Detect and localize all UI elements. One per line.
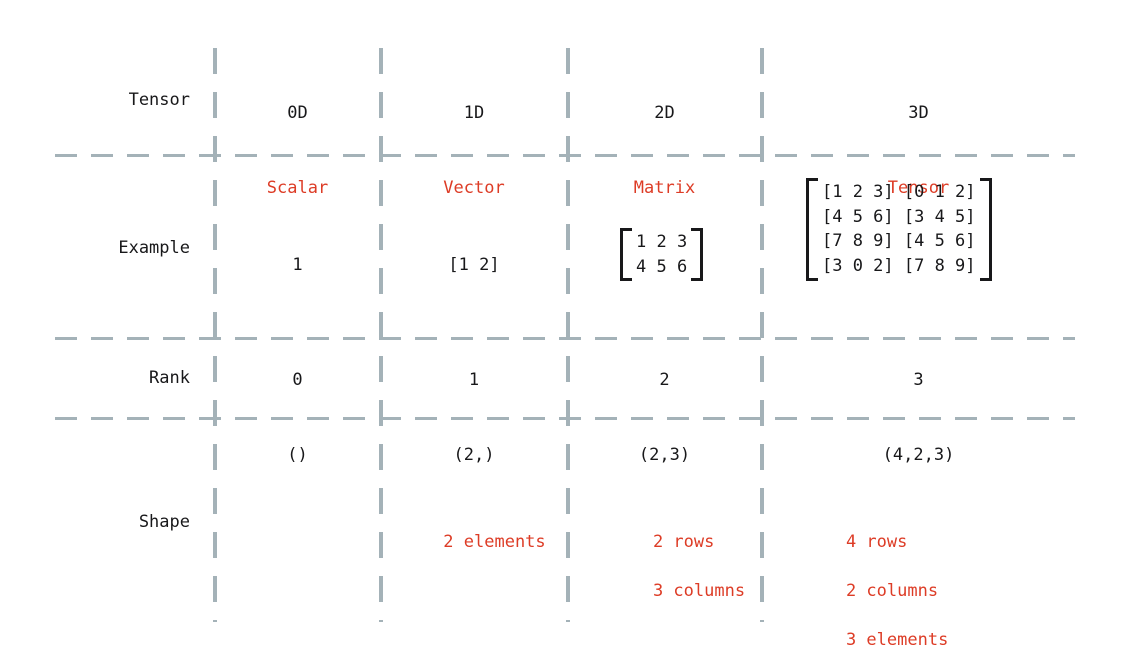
column-header-2d: 2D Matrix [568,67,761,235]
shape-value-3d: (4,2,3) [882,445,955,465]
matrix-row: [3 0 2] [7 8 9] [822,255,976,276]
row-label-example: Example [118,238,190,258]
column-dim-label: 0D [287,103,308,123]
shape-value-1d: (2,) [453,445,495,465]
column-name-label: Matrix [633,178,696,198]
column-name-label: Vector [443,178,505,198]
shape-note-3d: 4 rows 2 columns 3 elements in each cell [805,505,1075,662]
matrix-row: [1 2 3] [0 1 2] [822,182,976,202]
matrix-row: [4 5 6] [3 4 5] [822,206,976,227]
shape-note-line: 2 elements [443,531,546,552]
matrix-row: [7 8 9] [4 5 6] [822,231,976,252]
rank-value-2d: 2 [659,370,670,390]
column-header-0d: 0D Scalar [215,67,380,235]
matrix-body: [1 2 3] [0 1 2] [4 5 6] [3 4 5] [7 8 9] … [818,178,980,281]
grid-hline-rank [55,417,1075,420]
column-header-1d: 1D Vector [381,67,567,235]
bracket-left-icon [620,228,632,282]
shape-note-line: 4 rows [845,531,908,552]
column-dim-label: 3D [908,103,929,123]
grid-hline-example [55,337,1075,340]
shape-note-line: 3 elements [845,630,949,651]
shape-note-line: 3 columns [652,580,746,601]
row-label-shape: Shape [138,512,190,532]
column-name-label: Scalar [266,178,329,198]
row-label-rank: Rank [149,368,190,388]
shape-note-line: 2 rows [652,531,715,552]
bracket-right-icon [979,178,992,281]
example-value-1d: [1 2] [448,255,500,275]
row-label-tensor: Tensor [128,90,190,110]
matrix-row: 4 5 6 [636,256,688,277]
matrix-body: 1 2 3 4 5 6 [632,228,691,281]
example-matrix-3d: [1 2 3] [0 1 2] [4 5 6] [3 4 5] [7 8 9] … [806,178,992,281]
tensor-dimensions-diagram: Tensor Example Rank Shape 0D Scalar 1D V… [0,0,1124,662]
shape-note-2d: 2 rows 3 columns [612,505,772,628]
column-dim-label: 1D [463,103,485,123]
shape-value-2d: (2,3) [638,445,691,465]
shape-note-line: 2 columns [845,580,939,601]
bracket-right-icon [691,228,704,282]
shape-value-0d: () [287,445,308,465]
example-matrix-2d: 1 2 3 4 5 6 [620,228,704,282]
matrix-row: 1 2 3 [636,232,688,252]
shape-note-1d: 2 elements [381,505,567,579]
rank-value-3d: 3 [913,370,924,390]
column-dim-label: 2D [654,103,675,123]
bracket-left-icon [806,178,818,281]
rank-value-1d: 1 [468,370,480,390]
example-value-0d: 1 [292,255,303,275]
rank-value-0d: 0 [292,370,303,390]
